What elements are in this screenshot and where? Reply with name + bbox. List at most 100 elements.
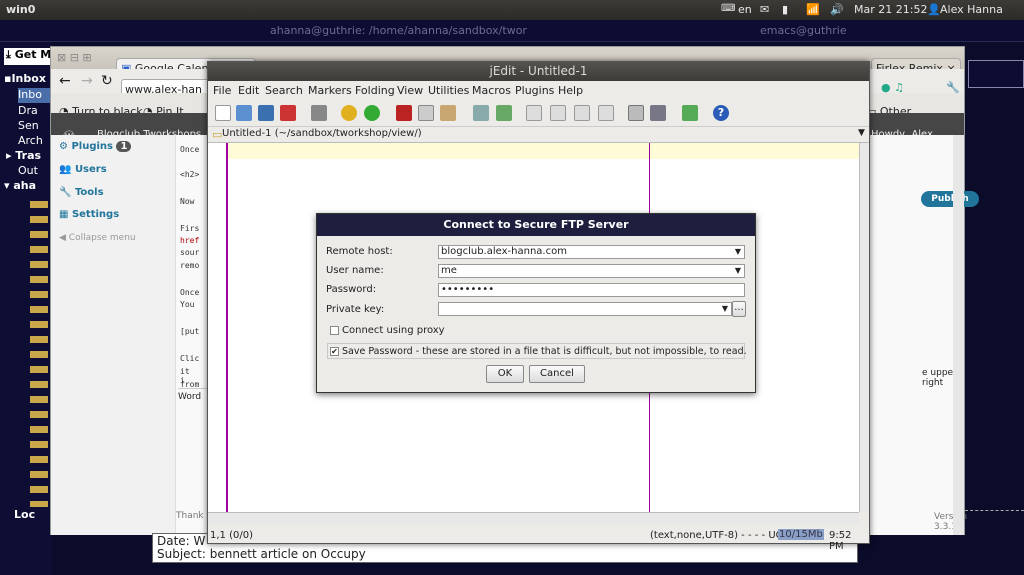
buffer-mode: (text,none,UTF-8) - - - - UG [650,530,784,541]
browser-scrollbar[interactable] [953,135,964,535]
current-line-highlight [208,143,860,159]
user-name[interactable]: Alex Hanna [940,3,1003,16]
folder-icon: ▭ [212,128,223,141]
horizontal-scrollbar[interactable] [208,512,859,524]
find-icon[interactable] [473,105,489,121]
subfolder-list[interactable] [30,197,48,507]
find-replace-icon[interactable] [496,105,512,121]
battery-icon[interactable]: ▮ [782,3,788,16]
password-field[interactable]: ••••••••• [438,283,745,297]
copy-icon[interactable] [418,105,434,121]
menu-markers[interactable]: Markers [308,84,352,97]
sftp-dialog: Connect to Secure FTP Server Remote host… [316,213,756,393]
menu-collapse[interactable]: ◀ Collapse menu [59,233,136,243]
buffer-options-icon[interactable] [628,105,644,121]
help-icon[interactable]: ? [713,105,729,121]
forward-icon[interactable]: → [81,73,93,89]
browse-key-button[interactable]: ... [732,301,746,317]
back-icon[interactable]: ← [59,73,71,89]
save-password-checkbox[interactable]: ✔ [330,347,339,356]
cut-icon[interactable] [396,105,412,121]
plugin-manager-icon[interactable] [682,105,698,121]
password-label: Password: [326,284,377,295]
download-icon: ⤓ [6,48,11,61]
menu-macros[interactable]: Macros [472,84,511,97]
remote-host-field[interactable]: blogclub.alex-hanna.com ▼ [438,245,745,259]
status-clock: 9:52 PM [829,530,852,552]
menu-edit[interactable]: Edit [238,84,259,97]
menu-users[interactable]: 👥 Users [59,164,107,175]
open-icon[interactable] [236,105,252,121]
mail-client: ⤓ Get M ▪Inbox Inbo Dra Sen Arch ▸ Tras … [0,42,70,575]
desktop-windows: ahanna@guthrie: /home/ahanna/sandbox/two… [0,20,1024,42]
emacs-title: emacs@guthrie [760,24,847,37]
chevron-down-icon[interactable]: ▼ [858,128,865,138]
menu-settings[interactable]: ▦ Settings [59,209,119,220]
memory-status[interactable]: 10/15Mb [778,529,824,540]
menu-file[interactable]: File [213,84,231,97]
private-key-field[interactable]: ▼ [438,302,732,316]
buffer-name: Untitled-1 (~/sandbox/tworkshop/view/) [222,128,422,139]
workspace-label: win0 [6,3,36,16]
ok-button[interactable]: OK [486,365,524,383]
menu-utilities[interactable]: Utilities [428,84,469,97]
caret-position: 1,1 (0/0) [210,530,253,541]
jedit-toolbar: ? [208,101,869,127]
top-panel: win0 ⌨ en ✉ ▮ 📶 🔊 Mar 21 21:52 👤 Alex Ha… [0,0,1024,20]
volume-icon[interactable]: 🔊 [830,3,844,16]
paste-icon[interactable] [440,105,456,121]
keyboard-layout[interactable]: en [738,3,752,16]
mail-date: Date: W [157,534,206,548]
clock[interactable]: Mar 21 21:52 [854,3,927,16]
unsplit-icon[interactable] [550,105,566,121]
gutter [208,143,228,512]
jedit-title: jEdit - Untitled-1 [208,62,869,81]
network-icon[interactable]: 📶 [806,3,820,16]
publish-button[interactable]: Publish [921,191,979,207]
save-password-label: Save Password - these are stored in a fi… [342,346,747,357]
split-vertical-icon[interactable] [574,105,590,121]
user-name-label: User name: [326,265,384,276]
inbox-folder[interactable]: ▪Inbox [4,72,56,87]
split-horizontal-icon[interactable] [598,105,614,121]
jedit-menubar: File Edit Search Markers Folding View Ut… [208,81,869,101]
cancel-button[interactable]: Cancel [529,365,585,383]
user-name-field[interactable]: me ▼ [438,264,745,278]
redo-icon[interactable] [364,105,380,121]
menu-tools[interactable]: 🔧 Tools [59,187,104,198]
menu-plugins[interactable]: Plugins [515,84,554,97]
chevron-down-icon[interactable]: ▼ [722,303,728,315]
menu-plugins[interactable]: ⚙ Plugins 1 [59,141,132,152]
menu-view[interactable]: View [397,84,423,97]
close-icon[interactable] [280,105,296,121]
chevron-down-icon[interactable]: ▼ [735,265,741,277]
reload-icon[interactable]: ↻ [101,73,113,89]
save-icon[interactable] [258,105,274,121]
menu-search[interactable]: Search [265,84,303,97]
private-key-label: Private key: [326,304,385,315]
dialog-title: Connect to Secure FTP Server [317,214,755,236]
mail-subject: Subject: bennett article on Occupy [157,547,366,561]
emacs-divider [965,510,1024,522]
status-bar: 1,1 (0/0) (text,none,UTF-8) - - - - UG 1… [208,528,869,552]
menu-help[interactable]: Help [558,84,583,97]
global-options-icon[interactable] [650,105,666,121]
proxy-checkbox[interactable] [330,326,339,335]
mail-icon[interactable]: ✉ [760,3,769,16]
undo-icon[interactable] [341,105,357,121]
print-icon[interactable] [311,105,327,121]
window-controls[interactable]: ⊠ ⊟ ⊞ [57,51,92,64]
menu-folding[interactable]: Folding [355,84,395,97]
emacs-window-fragment [968,60,1024,88]
chevron-down-icon[interactable]: ▼ [735,246,741,258]
wp-admin-menu: ⚙ Plugins 1 👥 Users 🔧 Tools ▦ Settings ◀… [51,135,176,535]
keyboard-icon[interactable]: ⌨ [721,3,735,14]
folder-item[interactable]: ▾ aha [4,179,56,194]
buffer-switcher[interactable]: ▭ Untitled-1 (~/sandbox/tworkshop/view/)… [208,127,869,143]
vertical-scrollbar[interactable] [859,143,869,512]
terminal-title: ahanna@guthrie: /home/ahanna/sandbox/two… [270,24,527,37]
split-icon[interactable] [526,105,542,121]
get-mail-button[interactable]: ⤓ Get M [4,48,50,65]
user-icon: 👤 [927,3,941,16]
new-file-icon[interactable] [215,105,231,121]
